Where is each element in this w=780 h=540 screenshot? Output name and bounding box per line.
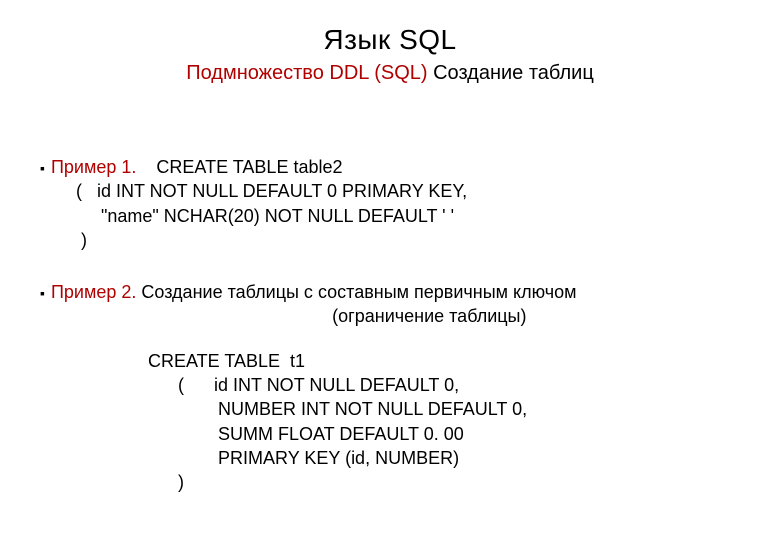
example2-body: Пример 2. Создание таблицы с составным п…: [51, 280, 577, 329]
example2-code: CREATE TABLE t1 ( id INT NOT NULL DEFAUL…: [148, 349, 740, 495]
slide: Язык SQL Подмножество DDL (SQL) Создание…: [0, 0, 780, 540]
slide-content: ▪ Пример 1. CREATE TABLE table2 ( id INT…: [40, 155, 740, 495]
example2-row: ▪ Пример 2. Создание таблицы с составным…: [40, 280, 740, 329]
slide-title: Язык SQL: [40, 24, 740, 56]
example1-label: Пример 1.: [51, 157, 136, 177]
slide-subtitle: Подмножество DDL (SQL) Создание таблиц: [40, 62, 740, 85]
example2-desc-line1: Создание таблицы с составным первичным к…: [136, 282, 576, 302]
bullet-icon: ▪: [40, 155, 45, 181]
example1-body: Пример 1. CREATE TABLE table2 ( id INT N…: [51, 155, 467, 252]
bullet-icon: ▪: [40, 280, 45, 306]
subtitle-rest: Создание таблиц: [428, 62, 594, 84]
example2-desc-line2: (ограничение таблицы): [51, 304, 577, 328]
example2-label: Пример 2.: [51, 282, 136, 302]
example1-row: ▪ Пример 1. CREATE TABLE table2 ( id INT…: [40, 155, 740, 252]
subtitle-red: Подмножество DDL (SQL): [186, 62, 427, 84]
